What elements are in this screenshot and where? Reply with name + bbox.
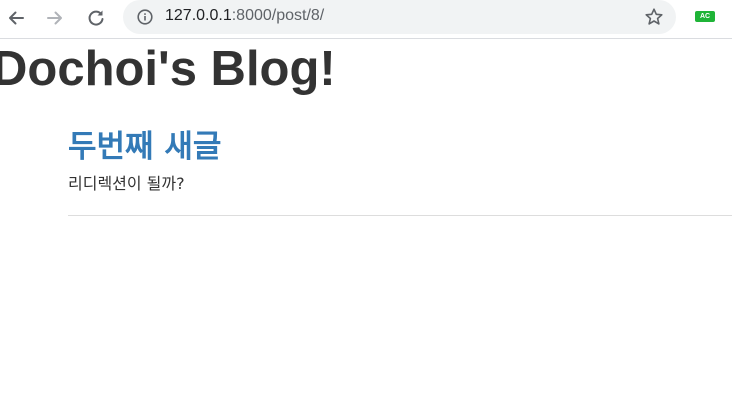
arrow-right-icon: [47, 11, 62, 25]
url-host: 127.0.0.1: [165, 7, 232, 24]
post: 두번째 새글 리디렉션이 될까?: [68, 124, 732, 195]
info-icon[interactable]: [137, 9, 153, 25]
address-bar[interactable]: 127.0.0.1:8000/post/8/: [123, 0, 676, 34]
post-divider: [68, 215, 732, 216]
post-title-link[interactable]: 두번째 새글: [68, 124, 732, 170]
star-icon[interactable]: [644, 7, 664, 27]
browser-toolbar: 127.0.0.1:8000/post/8/ AC: [0, 0, 732, 39]
blog-title[interactable]: Dochoi's Blog!: [0, 40, 336, 98]
extension-badge[interactable]: AC: [695, 11, 715, 22]
forward-button[interactable]: [41, 4, 69, 32]
reload-icon: [88, 10, 104, 26]
url-text[interactable]: 127.0.0.1:8000/post/8/: [165, 7, 324, 25]
post-body: 리디렉션이 될까?: [68, 174, 185, 193]
url-path: :8000/post/8/: [231, 7, 325, 24]
back-button[interactable]: [2, 4, 30, 32]
reload-button[interactable]: [82, 4, 110, 32]
arrow-left-icon: [9, 11, 24, 25]
